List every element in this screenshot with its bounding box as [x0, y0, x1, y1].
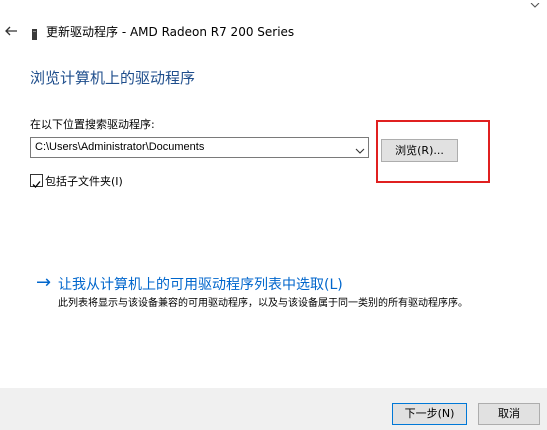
close-button[interactable]: [523, 0, 547, 12]
back-arrow-icon: [5, 26, 17, 36]
search-location-label: 在以下位置搜索驱动程序:: [30, 118, 155, 131]
include-subfolders-checkbox[interactable]: [30, 174, 43, 188]
back-button[interactable]: [2, 20, 24, 42]
highlight-box: [376, 120, 490, 183]
next-button[interactable]: 下一步(N): [392, 403, 467, 425]
arrow-right-icon: →: [36, 272, 52, 293]
include-subfolders-label[interactable]: 包括子文件夹(I): [45, 173, 123, 189]
pick-from-list-description: 此列表将显示与该设备兼容的可用驱动程序，以及与该设备属于同一类别的所有驱动程序序…: [58, 298, 468, 309]
close-icon: [530, 2, 540, 8]
cancel-button[interactable]: 取消: [478, 403, 540, 425]
device-manager-icon: [30, 26, 40, 40]
window-title: 更新驱动程序 - AMD Radeon R7 200 Series: [46, 25, 295, 39]
pick-from-list-link[interactable]: 让我从计算机上的可用驱动程序列表中选取(L): [58, 274, 343, 294]
path-value: C:\Users\Administrator\Documents: [35, 141, 205, 153]
chevron-down-icon[interactable]: [354, 142, 366, 154]
path-combobox[interactable]: C:\Users\Administrator\Documents: [30, 137, 369, 158]
check-icon: [32, 181, 41, 188]
page-title: 浏览计算机上的驱动程序: [30, 69, 196, 87]
